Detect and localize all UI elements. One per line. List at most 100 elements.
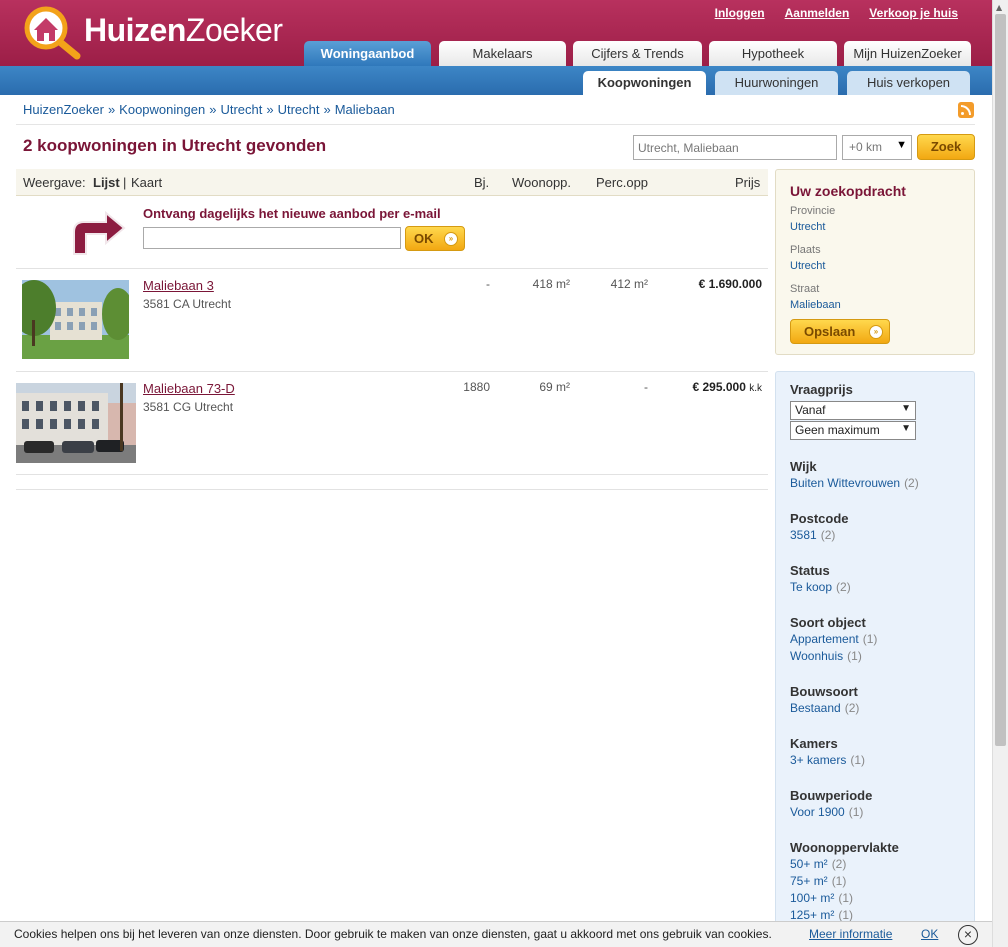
listing-address: 3581 CG Utrecht bbox=[143, 400, 234, 414]
filter-option[interactable]: 3+ kamers (1) bbox=[790, 753, 865, 767]
search-button[interactable]: Zoek bbox=[917, 134, 975, 160]
cookie-more-info-link[interactable]: Meer informatie bbox=[809, 927, 892, 941]
tab-hypotheek[interactable]: Hypotheek bbox=[709, 41, 837, 66]
chevron-down-icon: ▼ bbox=[896, 139, 907, 151]
breadcrumb-item[interactable]: Koopwoningen bbox=[119, 102, 205, 117]
view-map-link[interactable]: Kaart bbox=[131, 175, 162, 190]
magnifier-house-icon bbox=[24, 6, 81, 60]
filter-option[interactable]: 100+ m² (1) bbox=[790, 891, 853, 905]
double-chevron-right-icon: » bbox=[444, 232, 458, 246]
house-photo bbox=[22, 280, 129, 359]
subtab-koopwoningen[interactable]: Koopwoningen bbox=[583, 71, 706, 95]
listing-title[interactable]: Maliebaan 73-D bbox=[143, 381, 235, 396]
login-link[interactable]: Inloggen bbox=[715, 6, 765, 20]
house-photo bbox=[16, 383, 136, 463]
filter-title: Bouwsoort bbox=[790, 684, 858, 699]
double-chevron-right-icon: » bbox=[869, 325, 883, 339]
filter-option[interactable]: 50+ m² (2) bbox=[790, 857, 846, 871]
price-from-value: Vanaf bbox=[795, 403, 826, 417]
city-value[interactable]: Utrecht bbox=[790, 260, 825, 272]
price-suffix: k.k bbox=[749, 383, 762, 394]
breadcrumb-item[interactable]: Utrecht bbox=[278, 102, 320, 117]
province-label: Provincie bbox=[790, 205, 836, 217]
filter-option[interactable]: 75+ m² (1) bbox=[790, 874, 846, 888]
column-plot-area[interactable]: Perc.opp bbox=[596, 175, 648, 190]
page-title: 2 koopwoningen in Utrecht gevonden bbox=[23, 136, 327, 155]
logo[interactable]: HuizenZoeker bbox=[22, 4, 302, 60]
divider bbox=[16, 474, 768, 475]
location-search-input[interactable] bbox=[633, 135, 837, 160]
listing-living-area: 69 m² bbox=[539, 380, 570, 394]
filter-option[interactable]: Bestaand (2) bbox=[790, 701, 859, 715]
view-label: Weergave: bbox=[23, 175, 86, 190]
subtab-huis-verkopen[interactable]: Huis verkopen bbox=[847, 71, 970, 95]
email-alert-ok-button[interactable]: OK » bbox=[405, 226, 465, 251]
arrow-right-icon bbox=[73, 210, 126, 255]
listing-address: 3581 CA Utrecht bbox=[143, 297, 232, 311]
street-label: Straat bbox=[790, 283, 820, 295]
price-from-select[interactable]: Vanaf ▼ bbox=[790, 401, 916, 420]
divider bbox=[16, 124, 975, 125]
province-value[interactable]: Utrecht bbox=[790, 221, 825, 233]
price-value: € 295.000 bbox=[692, 380, 746, 394]
view-separator: | bbox=[123, 175, 127, 190]
results-header: Weergave: Lijst | Kaart Bj. Woonopp. Per… bbox=[16, 169, 768, 196]
radius-select[interactable]: +0 km ▼ bbox=[842, 135, 912, 160]
rss-icon[interactable] bbox=[958, 102, 974, 118]
email-alert-input[interactable] bbox=[143, 227, 401, 249]
listing-plot-area: 412 m² bbox=[610, 277, 648, 291]
top-links: Inloggen Aanmelden Verkoop je huis bbox=[715, 6, 958, 20]
filter-option[interactable]: Woonhuis (1) bbox=[790, 649, 862, 663]
price-value: € 1.690.000 bbox=[698, 277, 762, 291]
tab-mijn-huizenzoeker[interactable]: Mijn HuizenZoeker bbox=[844, 41, 971, 66]
breadcrumb-item[interactable]: HuizenZoeker bbox=[23, 102, 104, 117]
cookie-text: Cookies helpen ons bij het leveren van o… bbox=[14, 927, 772, 941]
column-year[interactable]: Bj. bbox=[474, 175, 489, 190]
scroll-up-icon[interactable]: ▲ bbox=[996, 3, 1002, 12]
tab-cijfers-trends[interactable]: Cijfers & Trends bbox=[573, 41, 702, 66]
cookie-bar: Cookies helpen ons bij het leveren van o… bbox=[0, 921, 992, 947]
filter-title: Wijk bbox=[790, 459, 817, 474]
filter-title: Postcode bbox=[790, 511, 849, 526]
column-living-area[interactable]: Woonopp. bbox=[512, 175, 571, 190]
breadcrumb-item[interactable]: Utrecht bbox=[220, 102, 262, 117]
filter-title: Woonoppervlakte bbox=[790, 840, 899, 855]
view-list-link[interactable]: Lijst bbox=[93, 175, 120, 190]
filter-option[interactable]: Te koop (2) bbox=[790, 580, 851, 594]
divider bbox=[16, 371, 768, 372]
street-value[interactable]: Maliebaan bbox=[790, 299, 841, 311]
filter-option[interactable]: 3581 (2) bbox=[790, 528, 835, 542]
ok-label: OK bbox=[414, 231, 434, 246]
breadcrumb: HuizenZoeker» Koopwoningen» Utrecht» Utrech… bbox=[23, 102, 395, 117]
column-price[interactable]: Prijs bbox=[735, 175, 760, 190]
tab-woningaanbod[interactable]: Woningaanbod bbox=[304, 41, 431, 66]
email-alert-text: Ontvang dagelijks het nieuwe aanbod per … bbox=[143, 206, 441, 221]
saved-search-panel: Uw zoekopdracht Provincie Utrecht Plaats… bbox=[775, 169, 975, 355]
filter-option[interactable]: Voor 1900 (1) bbox=[790, 805, 863, 819]
filter-title-price: Vraagprijs bbox=[790, 382, 853, 397]
breadcrumb-separator: » bbox=[107, 102, 116, 117]
tab-makelaars[interactable]: Makelaars bbox=[439, 41, 566, 66]
sell-house-link[interactable]: Verkoop je huis bbox=[869, 6, 958, 20]
listing-photo[interactable] bbox=[16, 383, 136, 463]
save-label: Opslaan bbox=[804, 324, 856, 339]
breadcrumb-separator: » bbox=[323, 102, 331, 117]
register-link[interactable]: Aanmelden bbox=[785, 6, 850, 20]
filter-option[interactable]: Buiten Wittevrouwen (2) bbox=[790, 476, 919, 490]
filter-option[interactable]: Appartement (1) bbox=[790, 632, 877, 646]
filter-option[interactable]: 125+ m² (1) bbox=[790, 908, 853, 922]
price-to-value: Geen maximum bbox=[795, 423, 880, 437]
breadcrumb-item[interactable]: Maliebaan bbox=[335, 102, 395, 117]
listing-photo[interactable] bbox=[22, 280, 129, 359]
close-icon[interactable]: × bbox=[958, 925, 978, 945]
cookie-ok-link[interactable]: OK bbox=[921, 927, 938, 941]
filter-title: Bouwperiode bbox=[790, 788, 873, 803]
vertical-scrollbar[interactable]: ▲ bbox=[992, 0, 1008, 947]
city-label: Plaats bbox=[790, 244, 821, 256]
scrollbar-thumb[interactable] bbox=[995, 14, 1006, 746]
save-search-button[interactable]: Opslaan » bbox=[790, 319, 890, 344]
price-to-select[interactable]: Geen maximum ▼ bbox=[790, 421, 916, 440]
subtab-huurwoningen[interactable]: Huurwoningen bbox=[715, 71, 838, 95]
filters-panel: Vraagprijs Vanaf ▼ Geen maximum ▼ Wijk Bui… bbox=[775, 371, 975, 947]
listing-title[interactable]: Maliebaan 3 bbox=[143, 278, 214, 293]
